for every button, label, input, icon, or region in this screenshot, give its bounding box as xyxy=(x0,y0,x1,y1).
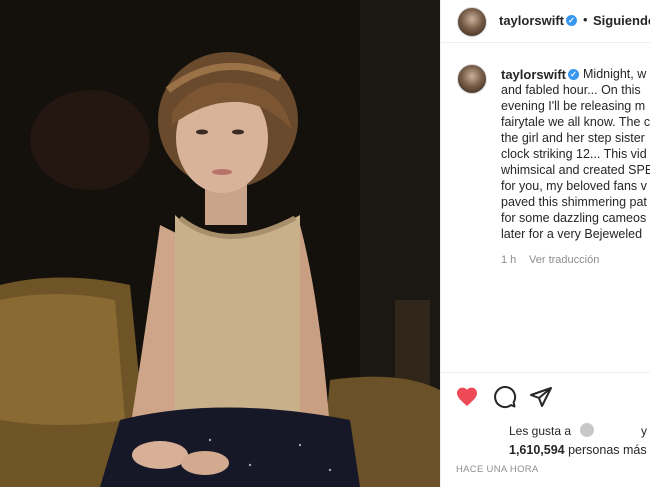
caption-author-username[interactable]: taylorswift xyxy=(501,67,566,82)
liker-avatar[interactable] xyxy=(579,422,595,438)
comment-icon[interactable] xyxy=(493,385,517,409)
post-timestamp[interactable]: HACE UNA HORA xyxy=(456,464,539,475)
following-button[interactable]: Siguiendo xyxy=(593,13,650,28)
caption-line: Midnight, w xyxy=(583,67,647,81)
likes-count[interactable]: 1,610,594 personas más xyxy=(509,443,647,457)
post-actions: Les gusta a y 1,610,594 personas más HAC… xyxy=(441,372,650,488)
caption-line: the girl and her step sister xyxy=(501,131,645,145)
likes-count-number: 1,610,594 xyxy=(509,443,565,457)
caption-line: clock striking 12... This vid xyxy=(501,147,647,161)
post-time-ago[interactable]: 1 h xyxy=(501,254,516,266)
caption-author-avatar[interactable] xyxy=(457,64,487,94)
caption-line: for some dazzling cameos xyxy=(501,211,647,225)
likes-count-suffix: personas más xyxy=(568,443,647,457)
post-image[interactable] xyxy=(0,0,440,487)
caption-line: whimsical and created SPE xyxy=(501,163,650,177)
caption-line: fairytale we all know. The c xyxy=(501,115,650,129)
post-photo-illustration xyxy=(0,0,440,487)
likes-by-label: Les gusta a xyxy=(509,424,572,438)
caption-line: for you, my beloved fans v xyxy=(501,179,647,193)
likes-and-label: y xyxy=(641,424,647,438)
separator-dot: • xyxy=(583,12,588,27)
author-username[interactable]: taylorswift xyxy=(499,13,564,28)
heart-icon[interactable] xyxy=(455,385,479,409)
translate-link[interactable]: Ver traducción xyxy=(529,254,599,266)
caption-line: evening I'll be releasing m xyxy=(501,99,646,113)
paper-plane-icon[interactable] xyxy=(529,385,553,409)
post-header: taylorswift ✓ • Siguiendo xyxy=(441,0,650,43)
verified-icon: ✓ xyxy=(566,15,577,26)
caption-line: paved this shimmering pat xyxy=(501,195,647,209)
author-avatar[interactable] xyxy=(457,7,487,37)
post-side-panel: taylorswift ✓ • Siguiendo taylorswift ✓ … xyxy=(440,0,650,487)
caption-line: and fabled hour... On this xyxy=(501,83,641,97)
caption-line: later for a very Bejeweled xyxy=(501,227,643,241)
caption-verified-icon: ✓ xyxy=(568,69,579,80)
